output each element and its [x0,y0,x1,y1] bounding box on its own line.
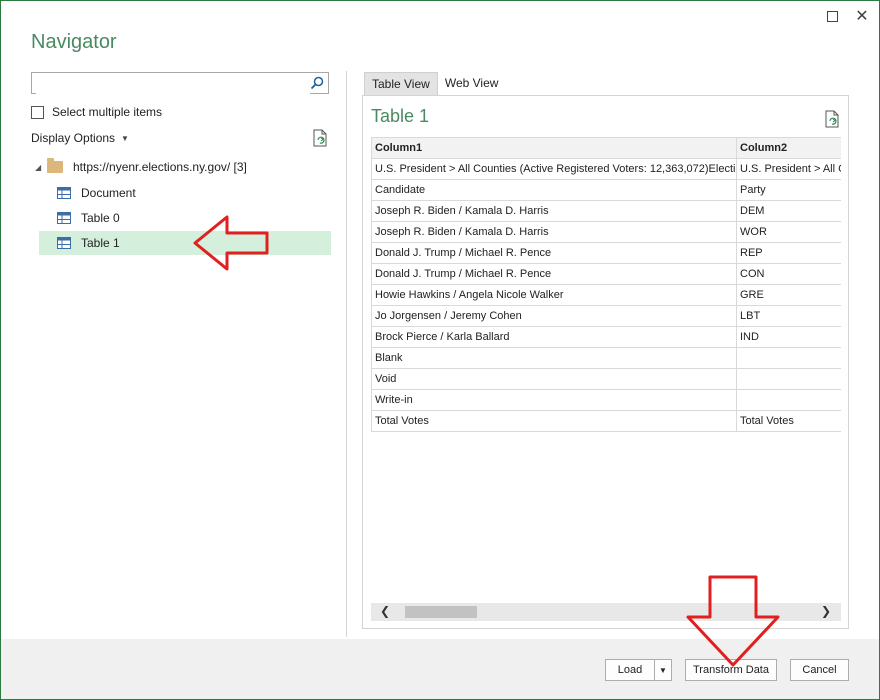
table-cell: Donald J. Trump / Michael R. Pence [371,263,737,285]
table-header-row: Column1 Column2 [371,137,841,159]
table-cell: LBT [736,305,841,327]
table-preview: Table 1 Column1 Column2 U.S. President >… [362,95,849,629]
table-icon [57,237,71,249]
annotation-arrow-left-icon [193,215,269,271]
scroll-left-icon[interactable]: ❮ [380,604,390,618]
dialog-title: Navigator [31,31,117,53]
load-button[interactable]: Load [605,659,655,681]
tree-item-label: Table 0 [81,211,120,225]
close-icon: ✕ [855,8,869,25]
table-cell: Blank [371,347,737,369]
table-row: U.S. President > All Counties (Active Re… [371,158,841,180]
table-cell: Brock Pierce / Karla Ballard [371,326,737,348]
table-cell: DEM [736,200,841,222]
table-row: Joseph R. Biden / Kamala D. Harris DEM [371,200,841,222]
table-row: Candidate Party [371,179,841,201]
load-dropdown-button[interactable]: ▼ [654,659,672,681]
annotation-arrow-down-icon [686,575,780,667]
table-cell: GRE [736,284,841,306]
data-table: Column1 Column2 U.S. President > All Cou… [371,137,841,432]
column-header[interactable]: Column2 [736,137,841,159]
select-multiple-label: Select multiple items [52,105,163,119]
folder-icon [47,158,63,173]
refresh-icon[interactable] [824,110,840,128]
select-multiple-checkbox[interactable] [31,105,44,119]
cancel-button[interactable]: Cancel [790,659,849,681]
chevron-down-icon: ▼ [659,665,667,675]
maximize-button[interactable] [823,7,841,25]
search-box[interactable] [31,72,329,94]
table-row: Total Votes Total Votes [371,410,841,432]
tree-item-table-0[interactable]: Table 0 [39,206,331,230]
navigator-dialog: ✕ Navigator Select multiple items Displa… [0,0,880,700]
table-row: Howie Hawkins / Angela Nicole Walker GRE [371,284,841,306]
search-input[interactable] [36,74,310,94]
table-cell: Joseph R. Biden / Kamala D. Harris [371,221,737,243]
table-row: Jo Jorgensen / Jeremy Cohen LBT [371,305,841,327]
table-cell: Candidate [371,179,737,201]
table-cell [736,347,841,369]
display-options-dropdown[interactable]: Display Options ▼ [31,131,129,145]
table-cell: U.S. President > All Counties (Active Re… [371,158,737,180]
table-row: Joseph R. Biden / Kamala D. Harris WOR [371,221,841,243]
tree-root-label: https://nyenr.elections.ny.gov/ [3] [73,160,247,174]
table-grid-viewport: Column1 Column2 U.S. President > All Cou… [371,137,841,537]
tree-item-document[interactable]: Document [39,181,331,205]
table-row: Void [371,368,841,390]
table-cell: REP [736,242,841,264]
table-cell: Donald J. Trump / Michael R. Pence [371,242,737,264]
table-cell: Joseph R. Biden / Kamala D. Harris [371,200,737,222]
tab-web-view[interactable]: Web View [438,72,506,94]
table-row: Blank [371,347,841,369]
tree-item-label: Document [81,186,136,200]
scrollbar-thumb[interactable] [405,606,477,618]
tree-item-label: Table 1 [81,236,120,250]
tree-root-node[interactable]: ◢ https://nyenr.elections.ny.gov/ [3] [35,158,247,174]
maximize-icon [826,10,838,22]
view-tabs: Table View Web View [364,72,505,95]
table-cell: IND [736,326,841,348]
chevron-down-icon: ▼ [121,133,129,143]
table-cell: Total Votes [371,410,737,432]
table-cell: Party [736,179,841,201]
preview-title: Table 1 [371,106,430,126]
table-icon [57,212,71,224]
collapse-arrow-icon[interactable]: ◢ [35,163,47,172]
scroll-right-icon[interactable]: ❯ [821,604,831,618]
table-cell [736,389,841,411]
table-cell: Write-in [371,389,737,411]
table-cell: Howie Hawkins / Angela Nicole Walker [371,284,737,306]
column-header[interactable]: Column1 [371,137,737,159]
tab-table-view[interactable]: Table View [364,72,438,95]
refresh-icon[interactable] [312,129,328,147]
table-cell [736,368,841,390]
close-button[interactable]: ✕ [853,7,871,25]
table-row: Donald J. Trump / Michael R. Pence CON [371,263,841,285]
pane-divider[interactable] [346,71,347,637]
table-icon [57,187,71,199]
select-multiple-option[interactable]: Select multiple items [31,105,162,119]
table-cell: Jo Jorgensen / Jeremy Cohen [371,305,737,327]
table-row: Write-in [371,389,841,411]
table-cell: CON [736,263,841,285]
table-row: Donald J. Trump / Michael R. Pence REP [371,242,841,264]
table-cell: WOR [736,221,841,243]
table-row: Brock Pierce / Karla Ballard IND [371,326,841,348]
table-cell: U.S. President > All C [736,158,841,180]
table-cell: Total Votes [736,410,841,432]
tree-item-table-1[interactable]: Table 1 [39,231,331,255]
display-options-label: Display Options [31,131,116,145]
search-icon[interactable] [310,76,324,90]
table-cell: Void [371,368,737,390]
